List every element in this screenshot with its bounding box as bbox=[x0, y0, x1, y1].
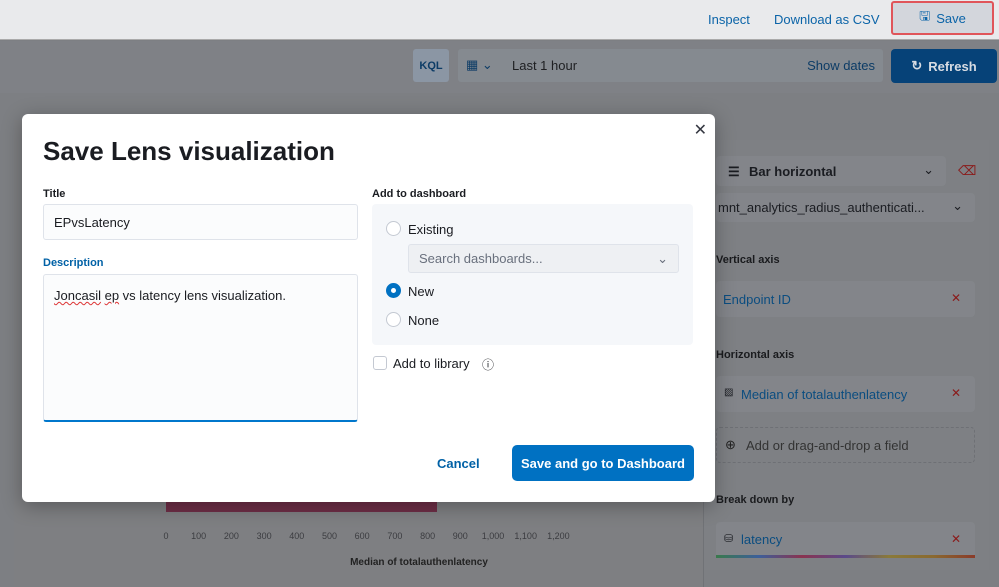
search-dashboards-input[interactable]: Search dashboards... ⌄ bbox=[408, 244, 679, 273]
modal-title: Save Lens visualization bbox=[43, 136, 335, 166]
plus-icon: ⊕ bbox=[725, 437, 736, 452]
x-tick-label: 700 bbox=[387, 531, 403, 541]
add-to-library-checkbox[interactable] bbox=[373, 356, 387, 370]
cancel-button[interactable]: Cancel bbox=[437, 456, 480, 471]
save-and-go-to-dashboard-button[interactable]: Save and go to Dashboard bbox=[512, 445, 694, 481]
x-tick-label: 800 bbox=[420, 531, 436, 541]
description-textarea[interactable]: Joncasil ep vs latency lens visualizatio… bbox=[43, 274, 358, 422]
description-label: Description bbox=[43, 257, 104, 269]
chevron-down-icon: ⌄ bbox=[657, 250, 668, 266]
add-to-dashboard-label: Add to dashboard bbox=[372, 188, 467, 200]
show-dates-link[interactable]: Show dates bbox=[807, 58, 875, 73]
date-picker[interactable]: ▦ ⌄ Last 1 hour Show dates bbox=[458, 49, 883, 82]
kql-button[interactable]: KQL bbox=[413, 49, 449, 82]
x-tick-label: 100 bbox=[191, 531, 207, 541]
vertical-axis-label: Vertical axis bbox=[716, 254, 780, 266]
radio-none[interactable] bbox=[386, 312, 401, 327]
title-input[interactable]: EPvsLatency bbox=[43, 204, 358, 240]
index-pattern-select[interactable]: mnt_analytics_radius_authenticati... ⌄ bbox=[716, 193, 975, 222]
inspect-link[interactable]: Inspect bbox=[708, 12, 750, 27]
clear-layer-icon[interactable]: ⌫ bbox=[958, 163, 976, 179]
refresh-icon: ↻ bbox=[911, 58, 923, 73]
x-tick-label: 1,200 bbox=[547, 531, 570, 541]
save-modal: ✕ Save Lens visualization Title EPvsLate… bbox=[22, 114, 715, 502]
chevron-down-icon: ⌄ bbox=[923, 162, 934, 177]
chevron-down-icon: ⌄ bbox=[952, 198, 963, 213]
x-tick-label: 500 bbox=[321, 531, 338, 541]
chart-type-select[interactable]: ☰ Bar horizontal ⌄ bbox=[716, 156, 946, 186]
breakdown-label: Break down by bbox=[716, 494, 795, 506]
bar-horizontal-icon: ☰ bbox=[728, 164, 740, 179]
info-icon[interactable]: ⓘ bbox=[482, 356, 494, 373]
x-tick-label: 1,100 bbox=[514, 531, 537, 541]
x-tick-label: 200 bbox=[223, 531, 239, 541]
x-tick-label: 400 bbox=[289, 531, 305, 541]
breakdown-field[interactable]: ⛁ latency ✕ bbox=[716, 522, 975, 558]
add-field-dropzone[interactable]: ⊕ Add or drag-and-drop a field bbox=[716, 427, 975, 463]
x-tick-label: 900 bbox=[452, 531, 468, 541]
horizontal-axis-label: Horizontal axis bbox=[716, 349, 795, 361]
chart-bar[interactable] bbox=[166, 502, 438, 512]
calendar-icon[interactable]: ▦ ⌄ bbox=[466, 57, 493, 73]
time-range[interactable]: Last 1 hour bbox=[512, 58, 577, 73]
title-label: Title bbox=[43, 188, 66, 200]
refresh-button[interactable]: ↻ Refresh bbox=[891, 49, 997, 83]
save-icon: 🖫 bbox=[919, 8, 931, 23]
remove-icon[interactable]: ✕ bbox=[951, 532, 961, 546]
top-nav: Inspect Download as CSV 🖫 Save bbox=[0, 0, 999, 40]
x-tick-label: 1,000 bbox=[481, 531, 505, 541]
string-field-icon: ⛁ bbox=[724, 533, 734, 545]
x-tick-label: 300 bbox=[256, 531, 272, 541]
vertical-field[interactable]: Endpoint ID ✕ bbox=[716, 281, 975, 317]
radio-existing[interactable] bbox=[386, 221, 401, 236]
x-tick-label: 600 bbox=[354, 531, 370, 541]
save-button[interactable]: 🖫 Save bbox=[891, 1, 994, 35]
close-icon[interactable]: ✕ bbox=[694, 120, 707, 140]
remove-icon[interactable]: ✕ bbox=[951, 291, 961, 305]
remove-icon[interactable]: ✕ bbox=[951, 386, 961, 400]
radio-new[interactable] bbox=[386, 283, 401, 298]
horizontal-field[interactable]: ▨ Median of totalauthenlatency ✕ bbox=[716, 376, 975, 412]
field-icon: ▨ bbox=[724, 387, 734, 398]
download-csv-link[interactable]: Download as CSV bbox=[774, 12, 880, 27]
x-tick-label: 0 bbox=[163, 531, 169, 541]
